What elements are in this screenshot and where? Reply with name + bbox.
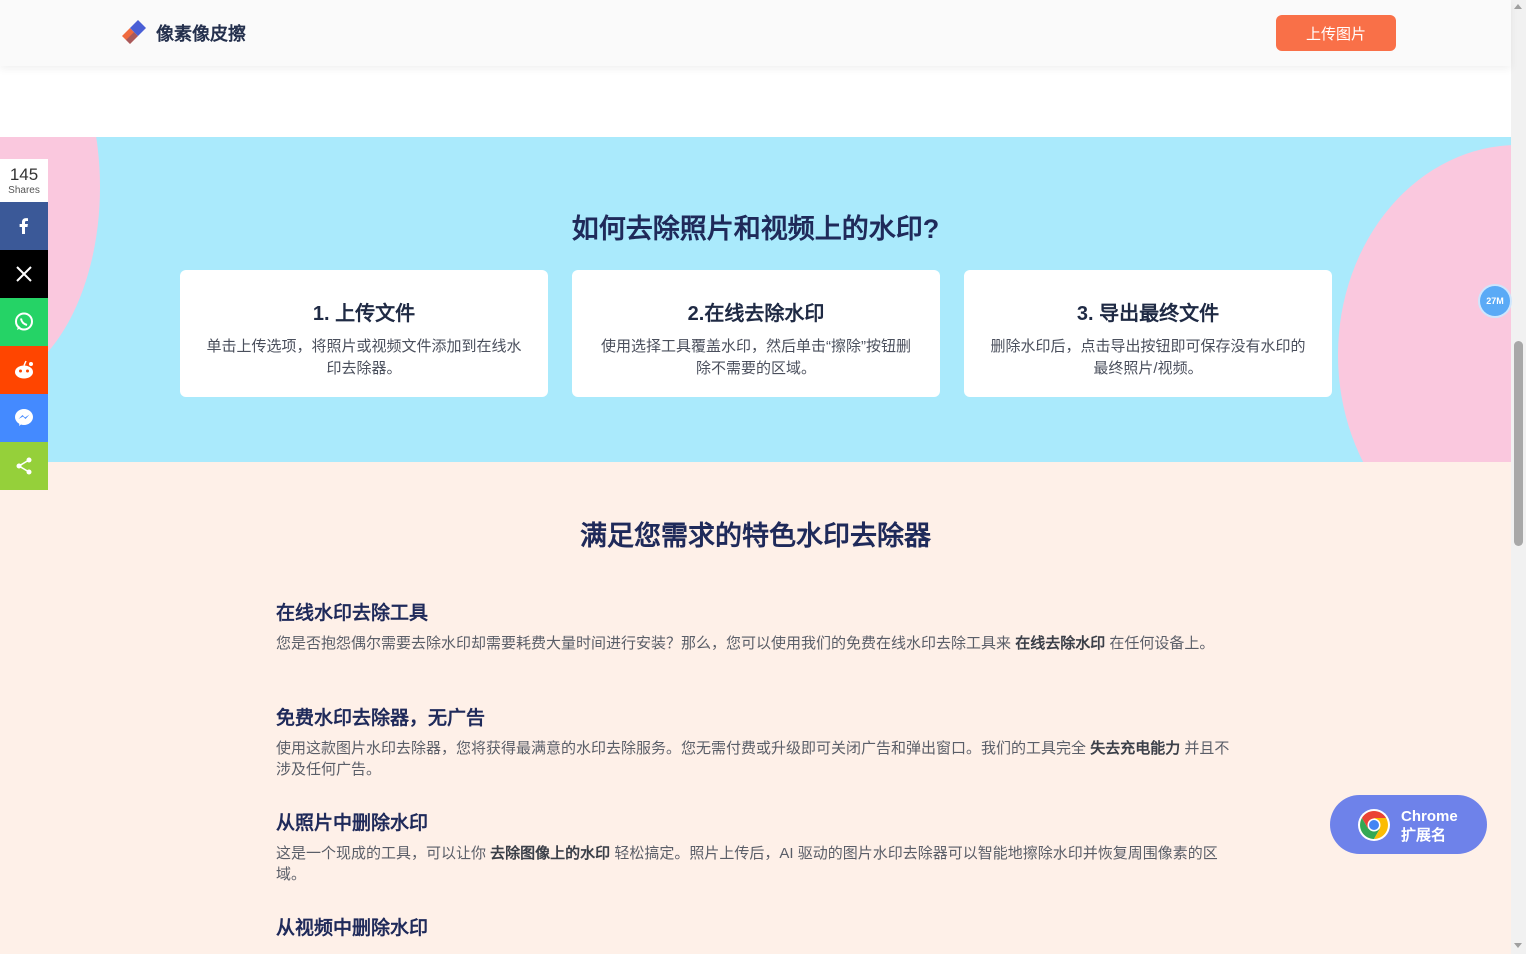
step-title: 1. 上传文件 <box>312 303 416 325</box>
feature-heading: 免费水印去除器，无广告 <box>276 708 486 729</box>
chrome-extension-label: Chrome 扩展名 <box>1401 808 1458 844</box>
feature-heading: 从照片中删除水印 <box>276 813 429 834</box>
feature-item: 在线水印去除工具 您是否抱怨偶尔需要去除水印却需要耗费大量时间进行安装？那么，您… <box>276 598 1236 654</box>
whatsapp-share-button[interactable] <box>0 298 48 346</box>
messenger-icon <box>15 409 33 426</box>
share-count-label: Shares <box>8 185 40 196</box>
scroll-down-arrow-icon[interactable] <box>1514 943 1522 948</box>
feature-item: 免费水印去除器，无广告 使用这款图片水印去除器，您将获得最满意的水印去除服务。您… <box>276 703 1236 780</box>
x-icon <box>16 266 32 282</box>
step-card: 1. 上传文件 单击上传选项，将照片或视频文件添加到在线水印去除器。 <box>180 270 548 397</box>
step-title: 2.在线去除水印 <box>687 303 825 325</box>
site-header: 像素像皮擦 上传图片 <box>0 0 1511 66</box>
feature-text: 使用这款图片水印去除器，您将获得最满意的水印去除服务。您无需付费或升级即可关闭广… <box>276 740 1230 778</box>
reddit-icon <box>15 360 33 379</box>
upload-image-button[interactable]: 上传图片 <box>1276 15 1396 51</box>
scroll-up-arrow-icon[interactable] <box>1514 4 1522 9</box>
section-title: 如何去除照片和视频上的水印? <box>571 214 940 244</box>
how-to-section: 如何去除照片和视频上的水印? 1. 上传文件 单击上传选项，将照片或视频文件添加… <box>0 137 1511 462</box>
step-card: 3. 导出最终文件 删除水印后，点击导出按钮即可保存没有水印的最终照片/视频。 <box>964 270 1332 397</box>
feature-heading: 从视频中删除水印 <box>276 918 429 939</box>
page-scrollbar[interactable] <box>1511 0 1526 954</box>
chrome-icon <box>1358 809 1390 841</box>
scrollbar-thumb[interactable] <box>1514 341 1523 546</box>
section-title: 满足您需求的特色水印去除器 <box>580 521 931 551</box>
chrome-extension-button[interactable]: Chrome 扩展名 <box>1330 795 1487 854</box>
feature-heading: 在线水印去除工具 <box>276 603 429 624</box>
feature-item: 从视频中删除水印 <box>276 913 1236 948</box>
feature-item: 从照片中删除水印 这是一个现成的工具，可以让你 去除图像上的水印 轻松搞定。照片… <box>276 808 1236 885</box>
feature-text: 这是一个现成的工具，可以让你 去除图像上的水印 轻松搞定。照片上传后，AI 驱动… <box>276 845 1218 883</box>
share-count: 145 Shares <box>0 159 48 202</box>
step-description: 删除水印后，点击导出按钮即可保存没有水印的最终照片/视频。 <box>990 338 1306 377</box>
share-icon <box>16 457 32 475</box>
facebook-share-button[interactable] <box>0 202 48 250</box>
logo-text: 像素像皮擦 <box>156 24 246 44</box>
feature-text: 您是否抱怨偶尔需要去除水印却需要耗费大量时间进行安装？那么，您可以使用我们的免费… <box>276 635 1215 652</box>
step-title: 3. 导出最终文件 <box>1076 303 1220 325</box>
facebook-icon <box>19 218 28 234</box>
whatsapp-icon <box>15 312 33 331</box>
generic-share-button[interactable] <box>0 442 48 490</box>
memory-badge[interactable]: 27M <box>1480 286 1510 316</box>
x-share-button[interactable] <box>0 250 48 298</box>
step-description: 使用选择工具覆盖水印，然后单击“擦除”按钮删除不需要的区域。 <box>601 338 911 377</box>
features-section: 满足您需求的特色水印去除器 在线水印去除工具 您是否抱怨偶尔需要去除水印却需要耗… <box>0 462 1511 954</box>
share-count-number: 145 <box>9 165 39 184</box>
logo-icon <box>118 18 148 48</box>
messenger-share-button[interactable] <box>0 394 48 442</box>
step-description: 单击上传选项，将照片或视频文件添加到在线水印去除器。 <box>206 338 522 377</box>
step-card: 2.在线去除水印 使用选择工具覆盖水印，然后单击“擦除”按钮删除不需要的区域。 <box>572 270 940 397</box>
reddit-share-button[interactable] <box>0 346 48 394</box>
logo[interactable]: 像素像皮擦 <box>118 18 246 48</box>
